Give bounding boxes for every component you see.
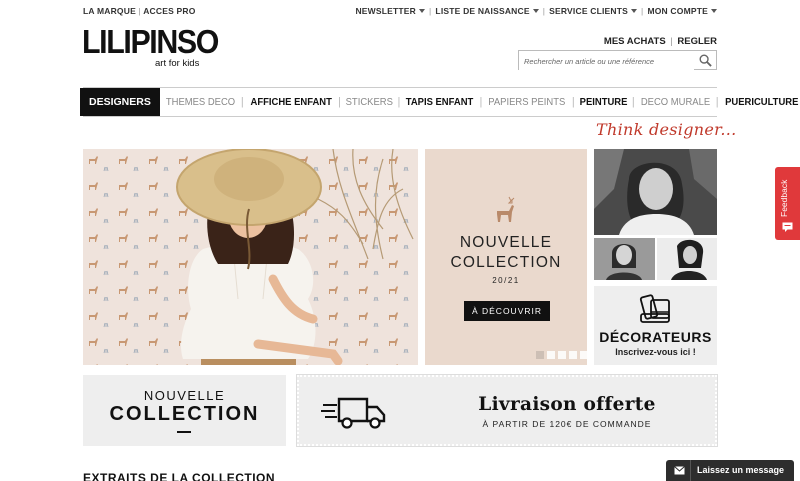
designer-photo-small-2[interactable] <box>657 238 717 280</box>
separator: | <box>429 6 432 16</box>
separator: | <box>670 36 673 47</box>
search-input[interactable] <box>519 52 694 71</box>
designer-photo-small-1[interactable] <box>594 238 655 280</box>
envelope-icon <box>674 466 685 475</box>
menu-newsletter[interactable]: NEWSLETTER <box>355 6 425 16</box>
chevron-down-icon <box>631 9 638 13</box>
logo-tagline: art for kids <box>155 58 200 69</box>
slider-dots <box>536 351 587 359</box>
collection-underline <box>177 431 191 433</box>
top-bar: LA MARQUE | ACCES PRO NEWSLETTER | LISTE… <box>83 6 717 18</box>
collection-line2: COLLECTION <box>109 403 260 425</box>
chat-label: Laissez un message <box>697 465 785 475</box>
nav-tapis-enfant[interactable]: TAPIS ENFANT <box>402 88 479 116</box>
nav-divider: | <box>715 96 719 108</box>
nav-divider: | <box>397 96 401 108</box>
nav-divider: | <box>240 96 244 108</box>
designer-portrait <box>594 238 655 280</box>
feedback-tab[interactable]: Feedback <box>775 167 800 240</box>
hero-illustration <box>83 149 418 365</box>
decorateurs-subtitle: Inscrivez-vous ici ! <box>615 347 696 357</box>
link-mes-achats[interactable]: MES ACHATS <box>604 36 666 47</box>
site-logo[interactable]: LILIPINSO art for kids <box>82 25 222 75</box>
chevron-down-icon <box>419 9 425 13</box>
menu-liste-naissance[interactable]: LISTE DE NAISSANCE <box>435 6 539 16</box>
menu-mon-compte-label[interactable]: MON COMPTE <box>647 6 708 16</box>
link-la-marque[interactable]: LA MARQUE <box>83 6 136 16</box>
promo-season: 20/21 <box>492 276 520 285</box>
menu-newsletter-label[interactable]: NEWSLETTER <box>355 6 416 16</box>
free-delivery-subtitle: À PARTIR DE 120€ DE COMMANDE <box>482 419 652 429</box>
promo-line1: NOUVELLE <box>459 234 553 251</box>
nav-deco-murale[interactable]: DECO MURALE <box>636 88 714 116</box>
nav-affiche-enfant[interactable]: AFFICHE ENFANT <box>246 88 336 116</box>
slider-dot[interactable] <box>558 351 566 359</box>
nav-puericulture[interactable]: PUERICULTURE <box>720 88 800 116</box>
menu-service-clients[interactable]: SERVICE CLIENTS <box>549 6 638 16</box>
nav-divider: | <box>479 96 483 108</box>
think-designer-tagline: Think designer... <box>596 120 737 139</box>
top-bar-left: LA MARQUE | ACCES PRO <box>83 6 196 16</box>
account-links: MES ACHATS | REGLER <box>604 36 717 47</box>
free-delivery-banner[interactable]: Livraison offerte À PARTIR DE 120€ DE CO… <box>296 374 718 447</box>
nav-stickers[interactable]: STICKERS <box>341 88 397 116</box>
slider-dot[interactable] <box>547 351 555 359</box>
nav-themes-deco[interactable]: THEMES DECO <box>161 88 239 116</box>
feedback-label: Feedback <box>779 179 789 217</box>
designer-portrait <box>657 238 717 280</box>
decorateurs-signup[interactable]: DÉCORATEURS Inscrivez-vous ici ! <box>594 286 717 365</box>
designer-portrait <box>594 149 717 235</box>
hero-slide-image[interactable] <box>83 149 418 365</box>
chat-divider <box>690 460 691 481</box>
link-acces-pro[interactable]: ACCES PRO <box>143 6 195 16</box>
chat-widget[interactable]: Laissez un message <box>666 460 794 481</box>
logo-brand: LILIPINSO <box>82 23 219 60</box>
color-swatch-icon <box>639 294 670 323</box>
separator: | <box>542 6 546 16</box>
nouvelle-collection-banner[interactable]: NOUVELLE COLLECTION <box>83 375 286 446</box>
delivery-truck-icon <box>321 397 386 429</box>
nav-designers[interactable]: DESIGNERS <box>80 88 160 116</box>
deer-icon <box>497 196 515 222</box>
separator: | <box>138 6 141 16</box>
menu-mon-compte[interactable]: MON COMPTE <box>647 6 717 16</box>
decorateurs-title: DÉCORATEURS <box>599 329 712 345</box>
search-box <box>518 50 717 71</box>
main-nav: DESIGNERS THEMES DECO | AFFICHE ENFANT |… <box>80 87 798 117</box>
menu-liste-naissance-label[interactable]: LISTE DE NAISSANCE <box>435 6 529 16</box>
slider-dot[interactable] <box>569 351 577 359</box>
slider-dot[interactable] <box>580 351 587 359</box>
designer-photo-main[interactable] <box>594 149 717 235</box>
link-regler[interactable]: REGLER <box>677 36 717 47</box>
decouvrir-button[interactable]: À DÉCOUVRIR <box>464 301 550 321</box>
menu-service-clients-label[interactable]: SERVICE CLIENTS <box>549 6 628 16</box>
collection-line1: NOUVELLE <box>143 388 226 403</box>
search-icon[interactable] <box>699 54 712 67</box>
nav-divider: | <box>631 96 635 108</box>
feedback-icon <box>782 222 793 232</box>
free-delivery-title: Livraison offerte <box>478 394 656 415</box>
chevron-down-icon <box>532 9 539 13</box>
top-bar-right: NEWSLETTER | LISTE DE NAISSANCE | SERVIC… <box>355 6 717 16</box>
promo-line2: COLLECTION <box>450 254 562 271</box>
promo-nouvelle-collection[interactable]: NOUVELLE COLLECTION 20/21 À DÉCOUVRIR <box>425 149 587 365</box>
nav-papiers-peints[interactable]: PAPIERS PEINTS <box>484 88 570 116</box>
section-title: EXTRAITS DE LA COLLECTION <box>83 471 276 481</box>
chevron-down-icon <box>711 9 717 13</box>
slider-dot[interactable] <box>536 351 544 359</box>
separator: | <box>641 6 644 16</box>
nav-peinture[interactable]: PEINTURE <box>575 88 632 116</box>
